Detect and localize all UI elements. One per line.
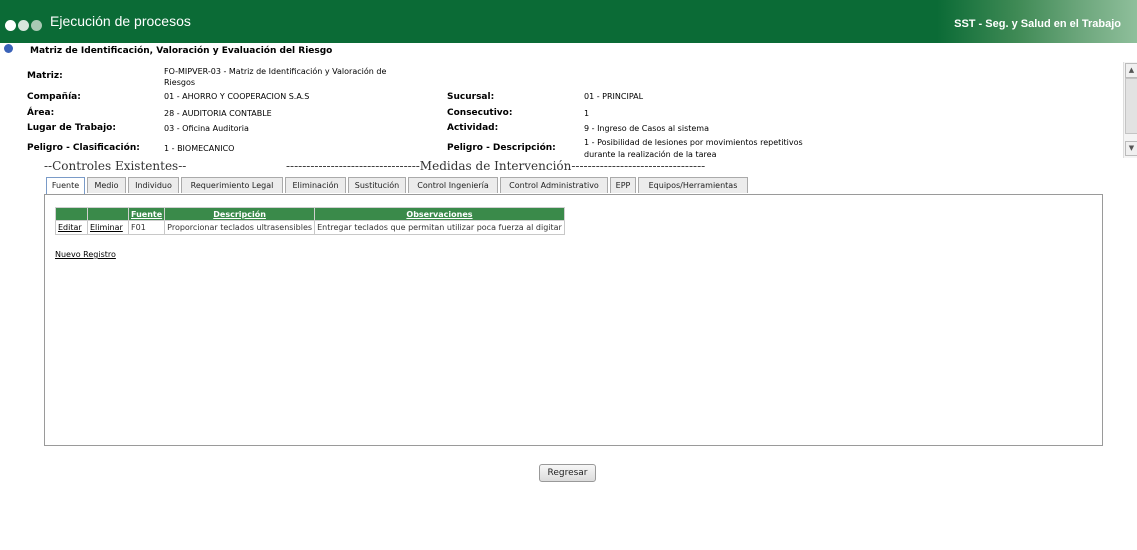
app-header: Ejecución de procesos SST - Seg. y Salud…	[0, 0, 1137, 43]
brand-title: SST - Seg. y Salud en el Trabajo	[954, 18, 1121, 30]
dot-icon	[18, 20, 29, 31]
compania-value: 01 - AHORRO Y COOPERACION S.A.S	[164, 92, 310, 101]
header-edit-column	[55, 207, 88, 221]
area-value: 28 - AUDITORIA CONTABLE	[164, 109, 272, 118]
delete-link[interactable]: Eliminar	[90, 223, 123, 232]
tab-control-administrativo[interactable]: Control Administrativo	[500, 177, 608, 193]
scroll-up-icon[interactable]: ▲	[1125, 63, 1137, 78]
actividad-label: Actividad:	[447, 123, 499, 133]
medidas-intervencion-caption: ---------------------------------Medidas…	[286, 159, 706, 173]
sucursal-value: 01 - PRINCIPAL	[584, 92, 644, 101]
header-fuente[interactable]: Fuente	[127, 207, 166, 221]
window-dots-icon	[5, 16, 44, 35]
tab-individuo[interactable]: Individuo	[128, 177, 179, 193]
consecutivo-value: 1	[584, 109, 590, 118]
row-observaciones: Entregar teclados que permitan utilizar …	[314, 220, 565, 235]
area-label: Área:	[27, 108, 55, 118]
peligro-clasificacion-value: 1 - BIOMECANICO	[164, 144, 235, 153]
compania-label: Compañía:	[27, 92, 81, 102]
matriz-value-line2: Riesgos	[164, 78, 196, 87]
row-fuente: F01	[127, 220, 166, 235]
scroll-down-icon[interactable]: ▼	[1125, 141, 1137, 156]
info-scrollbar[interactable]: ▲ ▼	[1123, 62, 1137, 158]
tab-requerimiento-legal[interactable]: Requerimiento Legal	[181, 177, 283, 193]
page-title: Matriz de Identificación, Valoración y E…	[30, 46, 333, 56]
edit-link[interactable]: Editar	[58, 223, 82, 232]
row-descripcion: Proporcionar teclados ultrasensibles	[164, 220, 316, 235]
controles-table: Fuente Descripción Observaciones Editar …	[55, 207, 565, 235]
table-header-row: Fuente Descripción Observaciones	[55, 207, 565, 221]
tab-epp[interactable]: EPP	[610, 177, 636, 193]
header-observaciones[interactable]: Observaciones	[314, 207, 565, 221]
row-edit-cell: Editar	[55, 220, 88, 235]
peligro-clasificacion-label: Peligro - Clasificación:	[27, 143, 140, 153]
lugar-label: Lugar de Trabajo:	[27, 123, 116, 133]
consecutivo-label: Consecutivo:	[447, 108, 513, 118]
regresar-button[interactable]: Regresar	[539, 464, 596, 482]
tab-sustitucion[interactable]: Sustitución	[348, 177, 406, 193]
info-icon	[4, 44, 13, 53]
table-row: Editar Eliminar F01 Proporcionar teclado…	[55, 220, 565, 235]
matriz-value-line1: FO-MIPVER-03 - Matriz de Identificación …	[164, 67, 387, 76]
app-title: Ejecución de procesos	[50, 13, 191, 29]
scroll-thumb[interactable]	[1125, 78, 1137, 134]
peligro-descripcion-line1: 1 - Posibilidad de lesiones por movimien…	[584, 138, 803, 147]
sucursal-label: Sucursal:	[447, 92, 495, 102]
row-delete-cell: Eliminar	[87, 220, 129, 235]
tab-control-ingenieria[interactable]: Control Ingeniería	[408, 177, 498, 193]
dot-icon	[31, 20, 42, 31]
matriz-label: Matriz:	[27, 71, 63, 81]
dot-icon	[5, 20, 16, 31]
tab-eliminacion[interactable]: Eliminación	[285, 177, 346, 193]
tab-fuente[interactable]: Fuente	[46, 177, 85, 194]
controles-existentes-caption: --Controles Existentes--	[44, 159, 187, 173]
actividad-value: 9 - Ingreso de Casos al sistema	[584, 124, 709, 133]
nuevo-registro-link[interactable]: Nuevo Registro	[55, 250, 116, 259]
peligro-descripcion-label: Peligro - Descripción:	[447, 143, 556, 153]
tab-medio[interactable]: Medio	[87, 177, 126, 193]
header-descripcion[interactable]: Descripción	[164, 207, 316, 221]
tab-equipos-herramientas[interactable]: Equipos/Herramientas	[638, 177, 748, 193]
header-delete-column	[87, 207, 129, 221]
lugar-value: 03 - Oficina Auditoria	[164, 124, 249, 133]
tab-panel-fuente: Fuente Descripción Observaciones Editar …	[44, 194, 1103, 446]
